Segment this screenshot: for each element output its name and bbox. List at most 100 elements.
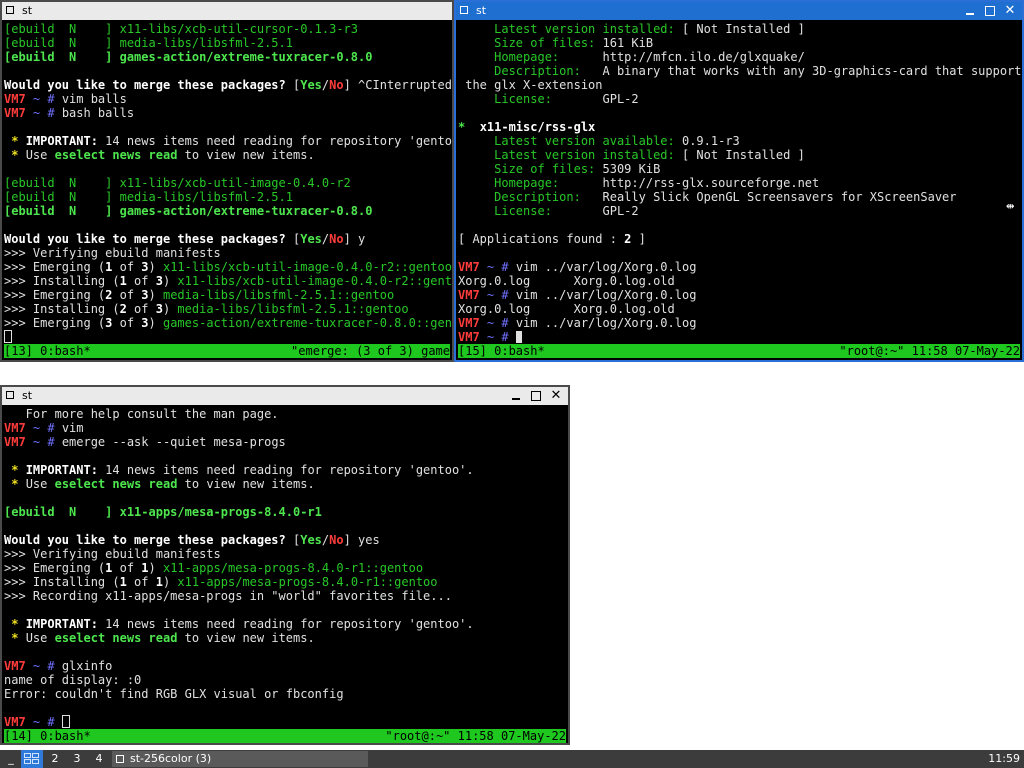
terminal-text: 3 xyxy=(141,316,149,330)
window-titlebar[interactable]: st ✕ xyxy=(456,2,1022,20)
window-titlebar[interactable]: st ✕ xyxy=(2,387,568,405)
terminal-text: 14 news items need reading for repositor… xyxy=(105,617,474,631)
workspace-1-button[interactable] xyxy=(21,750,43,768)
terminal-text: * xyxy=(4,631,26,645)
window-menu-icon[interactable] xyxy=(460,6,468,14)
minimize-icon[interactable] xyxy=(962,3,978,19)
taskbar-task-button[interactable]: st-256color (3) xyxy=(112,751,368,767)
workspace-4-button[interactable]: 4 xyxy=(90,750,108,768)
terminal-text: vim ../var/log/Xorg.0.log xyxy=(515,260,697,274)
close-icon[interactable]: ✕ xyxy=(1002,3,1018,19)
tmux-window-list: [13] 0:bash* xyxy=(4,344,91,358)
terminal-text: to view new items. xyxy=(177,631,315,645)
maximize-icon[interactable] xyxy=(528,388,544,404)
terminal-line: VM7 ~ # glxinfo xyxy=(4,659,568,673)
terminal-text: ] xyxy=(631,232,646,246)
terminal-text: x11-apps/mesa-progs-8.4.0-r1 xyxy=(119,505,322,519)
terminal-text: of xyxy=(112,316,142,330)
tmux-status-right: "emerge: (3 of 3) game xyxy=(291,344,450,358)
terminal-output[interactable]: Latest version installed: [ Not Installe… xyxy=(458,22,1022,344)
terminal-line: >>> Emerging (1 of 3) x11-libs/xcb-util-… xyxy=(4,260,452,274)
window-menu-icon[interactable] xyxy=(6,6,14,14)
terminal-text: Xorg.0.log Xorg.0.log.old xyxy=(458,274,675,288)
terminal-text: 5309 KiB xyxy=(602,162,661,176)
terminal-text: >>> Verifying ebuild manifests xyxy=(4,246,221,260)
terminal-text: x11-misc/rss-glx xyxy=(479,120,596,134)
window-titlebar[interactable]: st xyxy=(2,2,452,20)
terminal-line: >>> Emerging (1 of 1) x11-apps/mesa-prog… xyxy=(4,561,568,575)
terminal-text: ~ # xyxy=(25,659,62,673)
terminal-text: GPL-2 xyxy=(602,204,639,218)
terminal-text: Yes xyxy=(300,232,322,246)
terminal-text: Size of files: xyxy=(458,36,603,50)
terminal-line: >>> Verifying ebuild manifests xyxy=(4,547,568,561)
terminal-text: media-libs/libsfml-2.5.1::gentoo xyxy=(162,288,395,302)
terminal-line: VM7 ~ # vim xyxy=(4,421,568,435)
terminal-window-emerge[interactable]: st [ebuild N ] x11-libs/xcb-util-cursor-… xyxy=(0,0,454,362)
terminal-text: VM7 xyxy=(458,288,480,302)
terminal-text: ] ^CInterrupted. xyxy=(343,78,452,92)
task-label: st-256color (3) xyxy=(130,752,212,765)
terminal-output[interactable]: For more help consult the man page. VM7 ~… xyxy=(4,407,568,729)
terminal-text: ) xyxy=(148,561,163,575)
terminal-text: of xyxy=(126,274,156,288)
close-icon[interactable]: ✕ xyxy=(548,388,564,404)
workspace-2-button[interactable]: 2 xyxy=(46,750,64,768)
terminal-line: >>> Emerging (2 of 3) media-libs/libsfml… xyxy=(4,288,452,302)
terminal-text: Description: xyxy=(458,64,603,78)
terminal-text: to view new items. xyxy=(177,148,315,162)
terminal-line: VM7 ~ # xyxy=(458,330,1022,344)
terminal-line: Size of files: 5309 KiB xyxy=(458,162,1022,176)
terminal-text: Would you like to merge these packages? xyxy=(4,533,293,547)
window-menu-icon[interactable] xyxy=(6,391,14,399)
terminal-text: >>> Installing ( xyxy=(4,575,120,589)
taskbar-menu-button[interactable]: _ xyxy=(6,750,16,768)
workspace-3-button[interactable]: 3 xyxy=(68,750,86,768)
terminal-text: IMPORTANT: xyxy=(25,617,106,631)
terminal-text: [ebuild N ] xyxy=(4,176,120,190)
terminal-text: Description: xyxy=(458,190,603,204)
terminal-text: 161 KiB xyxy=(602,36,654,50)
terminal-text: [ebuild N ] xyxy=(4,50,120,64)
resize-cursor-icon: ⇹ xyxy=(1006,198,1015,214)
terminal-text: ) xyxy=(148,260,163,274)
tmux-status-bar: [15] 0:bash* "root@:~" 11:58 07-May-22 xyxy=(458,344,1020,358)
terminal-text: >>> Installing ( xyxy=(4,274,120,288)
terminal-text: ) xyxy=(148,316,163,330)
terminal-text: 3 xyxy=(155,302,163,316)
terminal-line: License: GPL-2 xyxy=(458,204,1022,218)
terminal-window-eix[interactable]: st ✕ Latest version installed: [ Not Ins… xyxy=(454,0,1024,362)
taskbar: _ 2 3 4 st-256color (3) 11:59 xyxy=(0,750,1024,768)
terminal-line: * x11-misc/rss-glx xyxy=(458,120,1022,134)
terminal-line: [ebuild N ] media-libs/libsfml-2.5.1 xyxy=(4,36,452,50)
terminal-line: VM7 ~ # xyxy=(4,715,568,729)
terminal-text: [ Not Installed ] xyxy=(681,22,805,36)
minimize-icon[interactable] xyxy=(508,388,524,404)
terminal-text: eselect news read xyxy=(54,477,178,491)
terminal-text: of xyxy=(112,561,142,575)
terminal-text: ~ # xyxy=(479,288,516,302)
terminal-text: * xyxy=(4,463,26,477)
terminal-line: name of display: :0 xyxy=(4,673,568,687)
terminal-text: >>> Emerging ( xyxy=(4,260,106,274)
terminal-text: Use xyxy=(25,148,55,162)
terminal-text: [ Applications found : xyxy=(458,232,625,246)
tmux-status-right: "root@:~" 11:58 07-May-22 xyxy=(385,729,566,743)
terminal-text: 2 xyxy=(119,302,127,316)
terminal-output[interactable]: [ebuild N ] x11-libs/xcb-util-cursor-0.1… xyxy=(4,22,452,344)
terminal-text: * xyxy=(4,477,26,491)
terminal-text: VM7 xyxy=(4,106,26,120)
maximize-icon[interactable] xyxy=(982,3,998,19)
terminal-text: Homepage: xyxy=(458,50,603,64)
terminal-line: Latest version installed: [ Not Installe… xyxy=(458,148,1022,162)
terminal-line: [ebuild N ] x11-apps/mesa-progs-8.4.0-r1 xyxy=(4,505,568,519)
terminal-text: >>> Emerging ( xyxy=(4,561,106,575)
terminal-window-mesa[interactable]: st ✕ For more help consult the man page.… xyxy=(0,385,570,745)
terminal-text: Use xyxy=(25,477,55,491)
